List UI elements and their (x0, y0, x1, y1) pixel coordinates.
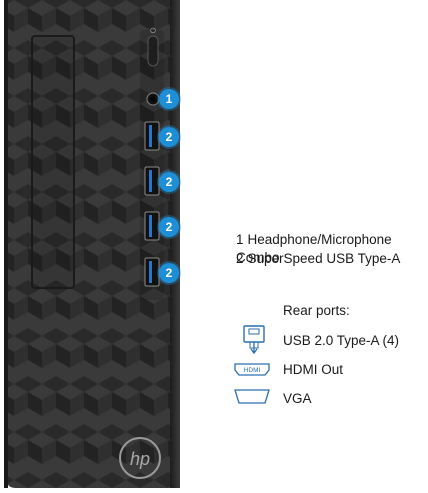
usb-port-icon (144, 166, 160, 196)
vga-icon (234, 389, 270, 409)
usb-port-icon (144, 257, 160, 287)
legend-item: 2 SuperSpeed USB Type-A (236, 250, 400, 268)
legend-text: SuperSpeed USB Type-A (247, 251, 401, 266)
usb-port-icon (144, 121, 160, 151)
power-button[interactable] (147, 35, 159, 67)
callout-badge-2: 2 (159, 172, 179, 192)
hdmi-icon: HDMI (234, 363, 270, 381)
callout-badge-1: 1 (159, 89, 179, 109)
legend-number: 2 (236, 251, 244, 266)
rear-port-label: USB 2.0 Type-A (4) (283, 333, 400, 348)
rear-ports-title: Rear ports: (283, 303, 350, 318)
rear-port-label: VGA (283, 391, 312, 406)
usb-a-icon (243, 325, 265, 360)
legend-number: 1 (236, 232, 244, 247)
tower-illustration: ⏻ hp (4, 0, 180, 488)
svg-text:⏻: ⏻ (150, 27, 156, 35)
callout-badge-2: 2 (159, 263, 179, 283)
usb-port-icon (144, 211, 160, 241)
callout-badge-2: 2 (159, 127, 179, 147)
rear-port-label: HDMI Out (283, 362, 344, 377)
desktop-tower-image: ⏻ hp (0, 0, 186, 488)
hdmi-icon-text: HDMI (244, 367, 261, 374)
callout-badge-2: 2 (159, 217, 179, 237)
svg-text:hp: hp (130, 449, 150, 469)
